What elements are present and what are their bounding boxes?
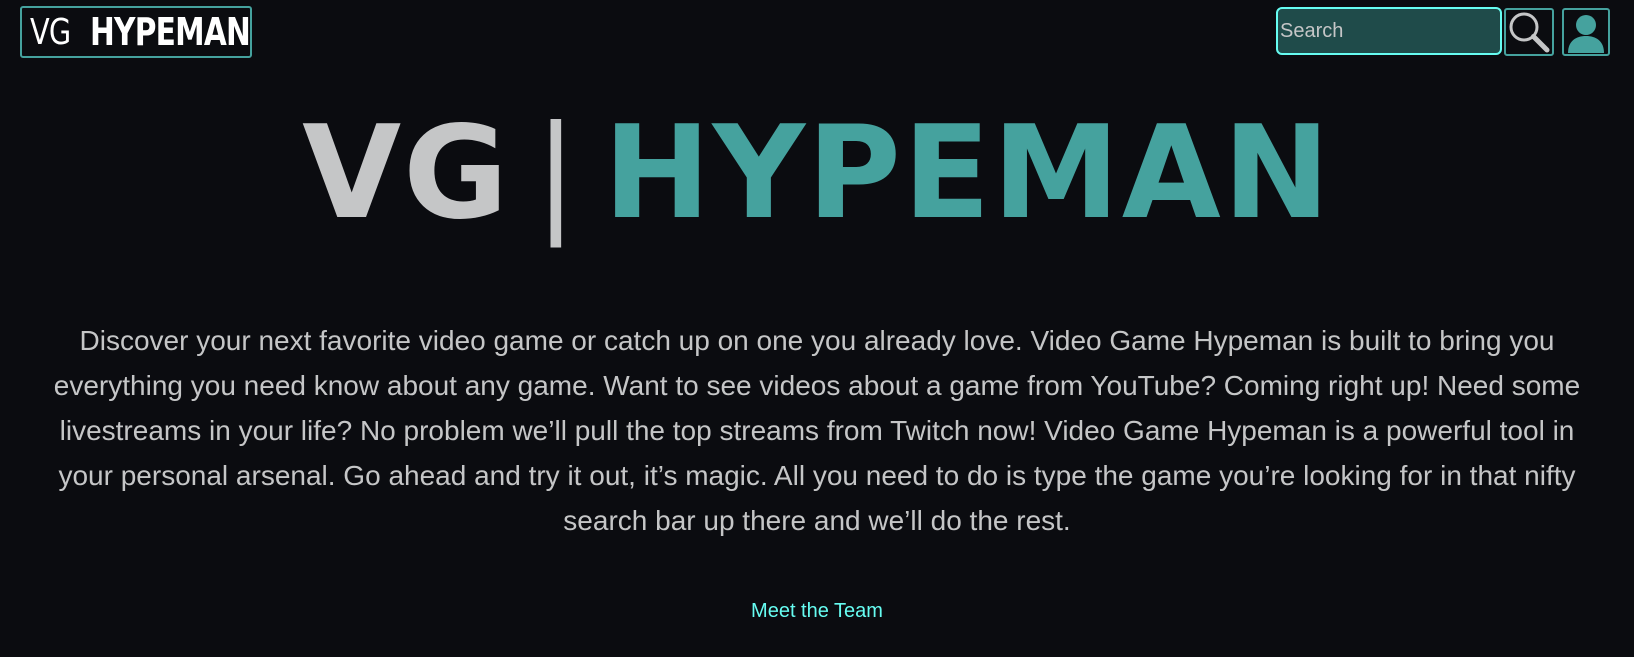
hero-title: VG | HYPEMAN <box>0 104 1634 244</box>
logo-vg-text: VG <box>30 11 71 53</box>
team-link-container: Meet the Team <box>0 600 1634 623</box>
meet-the-team-link[interactable]: Meet the Team <box>751 600 883 622</box>
navbar: VG HYPEMAN <box>0 0 1634 72</box>
user-icon <box>1568 15 1604 53</box>
site-logo[interactable]: VG HYPEMAN <box>20 6 252 58</box>
user-profile-button[interactable] <box>1562 8 1610 56</box>
search-input[interactable] <box>1276 7 1502 55</box>
magnifier-icon <box>1509 12 1550 53</box>
hero-title-divider: | <box>534 99 580 248</box>
search-button[interactable] <box>1504 8 1554 56</box>
hero-title-hypeman: HYPEMAN <box>603 99 1332 248</box>
site-description: Discover your next favorite video game o… <box>53 325 1581 536</box>
logo-hypeman-text: HYPEMAN <box>90 10 251 54</box>
hero-title-vg: VG <box>302 99 511 248</box>
